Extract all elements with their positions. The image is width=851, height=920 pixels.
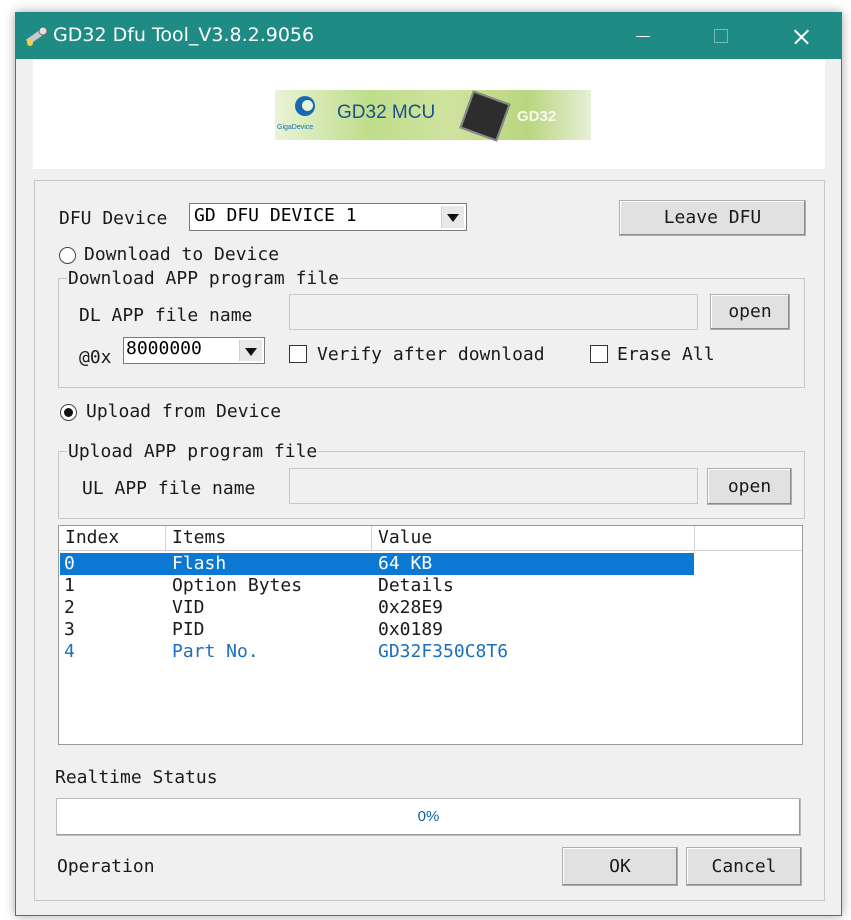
chip-icon	[459, 90, 511, 142]
row-value: 64 KB	[378, 553, 433, 574]
column-header-items[interactable]: Items	[166, 526, 372, 550]
download-radio[interactable]	[59, 247, 76, 264]
address-value: 8000000	[126, 338, 202, 359]
row-index: 3	[64, 619, 75, 640]
leave-dfu-button[interactable]: Leave DFU	[619, 200, 806, 236]
download-radio-label: Download to Device	[84, 244, 280, 265]
list-item[interactable]: 3 PID 0x0189	[59, 619, 802, 641]
dl-open-button[interactable]: open	[710, 294, 790, 330]
cancel-button[interactable]: Cancel	[686, 847, 802, 886]
row-value: GD32F350C8T6	[378, 641, 509, 662]
dfu-device-label: DFU Device	[59, 208, 168, 229]
ul-file-label: UL APP file name	[82, 478, 256, 499]
row-item: PID	[172, 619, 205, 640]
upload-group-title: Upload APP program file	[67, 441, 319, 462]
row-item: Option Bytes	[172, 575, 303, 596]
chevron-down-icon[interactable]	[441, 206, 464, 228]
row-index: 4	[64, 641, 75, 662]
list-item[interactable]: 4 Part No. GD32F350C8T6	[59, 641, 802, 663]
close-button[interactable]	[773, 13, 827, 59]
row-item: VID	[172, 597, 205, 618]
row-item: Part No.	[172, 641, 259, 662]
banner-product: GD32 MCU	[337, 102, 436, 123]
verify-checkbox[interactable]	[289, 345, 307, 363]
column-header-extra[interactable]	[695, 526, 802, 550]
list-item[interactable]: 2 VID 0x28E9	[59, 597, 802, 619]
dfu-device-value: GD DFU DEVICE 1	[194, 205, 357, 226]
erase-all-label: Erase All	[617, 344, 715, 365]
row-index: 1	[64, 575, 75, 596]
realtime-status-label: Realtime Status	[55, 767, 218, 788]
app-icon	[25, 26, 48, 46]
row-item: Flash	[172, 553, 227, 574]
ul-open-button[interactable]: open	[707, 468, 792, 505]
banner-area: GigaDevice GD32 MCU GD32	[33, 59, 825, 169]
list-item[interactable]: 0 Flash 64 KB	[59, 553, 802, 575]
gd32-mcu-banner: GigaDevice GD32 MCU GD32	[275, 90, 591, 142]
banner-watermark: GD32	[517, 108, 557, 125]
row-index: 2	[64, 597, 75, 618]
upload-radio[interactable]	[60, 404, 77, 421]
row-value: 0x0189	[378, 619, 444, 640]
operation-label: Operation	[57, 856, 155, 877]
dl-file-label: DL APP file name	[79, 305, 253, 326]
row-value: Details	[378, 575, 454, 596]
address-prefix-label: @0x	[79, 347, 112, 368]
address-select[interactable]: 8000000	[123, 337, 265, 364]
erase-all-checkbox[interactable]	[590, 345, 608, 363]
upload-radio-label: Upload from Device	[86, 401, 282, 422]
maximize-button[interactable]	[694, 13, 748, 59]
row-value: 0x28E9	[378, 597, 444, 618]
ok-button[interactable]: OK	[562, 847, 678, 886]
progress-bar: 0%	[56, 798, 801, 836]
column-header-index[interactable]: Index	[59, 526, 166, 550]
progress-text: 0%	[417, 808, 440, 825]
title-bar[interactable]: GD32 Dfu Tool_V3.8.2.9056	[16, 13, 841, 59]
device-info-list[interactable]: Index Items Value 0 Flash 64 KB 1 Option…	[58, 525, 803, 745]
gd32-dfu-tool-window: GD32 Dfu Tool_V3.8.2.9056 GigaDevice GD3…	[15, 12, 842, 916]
dl-file-input[interactable]	[289, 294, 698, 330]
dfu-device-select[interactable]: GD DFU DEVICE 1	[189, 203, 467, 231]
gigadevice-logo-icon	[295, 96, 315, 116]
verify-label: Verify after download	[317, 344, 545, 365]
selection-highlight	[60, 553, 694, 575]
minimize-button[interactable]	[616, 13, 670, 59]
list-item[interactable]: 1 Option Bytes Details	[59, 575, 802, 597]
banner-brand: GigaDevice	[277, 124, 314, 131]
list-header: Index Items Value	[59, 526, 802, 551]
download-group-title: Download APP program file	[67, 268, 340, 289]
chevron-down-icon[interactable]	[239, 340, 262, 361]
ul-file-input[interactable]	[289, 468, 698, 504]
window-title: GD32 Dfu Tool_V3.8.2.9056	[53, 24, 315, 46]
column-header-value[interactable]: Value	[372, 526, 695, 550]
row-index: 0	[64, 553, 75, 574]
